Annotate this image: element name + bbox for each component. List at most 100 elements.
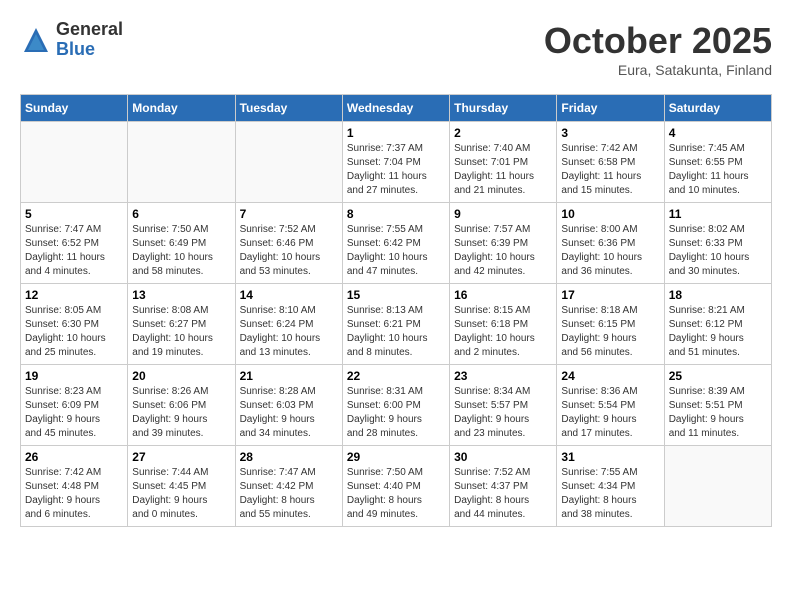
day-number: 2 — [454, 126, 552, 140]
day-number: 13 — [132, 288, 230, 302]
calendar-cell: 2 Sunrise: 7:40 AM Sunset: 7:01 PM Daylig… — [450, 122, 557, 203]
logo-general-text: General — [56, 20, 123, 40]
day-number: 21 — [240, 369, 338, 383]
day-info: Sunrise: 7:42 AM Sunset: 4:48 PM Dayligh… — [25, 466, 123, 522]
calendar-cell: 11 Sunrise: 8:02 AM Sunset: 6:33 PM Dayli… — [664, 203, 771, 284]
day-number: 30 — [454, 450, 552, 464]
day-number: 16 — [454, 288, 552, 302]
day-header-thursday: Thursday — [450, 95, 557, 122]
day-info: Sunrise: 8:26 AM Sunset: 6:06 PM Dayligh… — [132, 385, 230, 441]
calendar-cell: 6 Sunrise: 7:50 AM Sunset: 6:49 PM Daylig… — [128, 203, 235, 284]
calendar-cell: 18 Sunrise: 8:21 AM Sunset: 6:12 PM Dayli… — [664, 284, 771, 365]
day-header-tuesday: Tuesday — [235, 95, 342, 122]
calendar-cell — [235, 122, 342, 203]
day-info: Sunrise: 7:44 AM Sunset: 4:45 PM Dayligh… — [132, 466, 230, 522]
calendar-cell: 27 Sunrise: 7:44 AM Sunset: 4:45 PM Dayli… — [128, 446, 235, 527]
calendar-week-4: 19 Sunrise: 8:23 AM Sunset: 6:09 PM Dayli… — [21, 365, 772, 446]
calendar-cell: 4Sunrise: 7:45 AM Sunset: 6:55 PM Daylig… — [664, 122, 771, 203]
day-info: Sunrise: 8:39 AM Sunset: 5:51 PM Dayligh… — [669, 385, 767, 441]
calendar-cell: 15 Sunrise: 8:13 AM Sunset: 6:21 PM Dayli… — [342, 284, 449, 365]
title-block: October 2025 Eura, Satakunta, Finland — [544, 20, 772, 78]
day-number: 8 — [347, 207, 445, 221]
day-info: Sunrise: 7:40 AM Sunset: 7:01 PM Dayligh… — [454, 142, 552, 198]
day-header-monday: Monday — [128, 95, 235, 122]
logo-text: General Blue — [56, 20, 123, 60]
calendar-cell: 16 Sunrise: 8:15 AM Sunset: 6:18 PM Dayli… — [450, 284, 557, 365]
month-title: October 2025 — [544, 20, 772, 62]
day-number: 6 — [132, 207, 230, 221]
day-number: 20 — [132, 369, 230, 383]
day-info: Sunrise: 8:36 AM Sunset: 5:54 PM Dayligh… — [561, 385, 659, 441]
day-info: Sunrise: 8:05 AM Sunset: 6:30 PM Dayligh… — [25, 304, 123, 360]
calendar-cell: 10 Sunrise: 8:00 AM Sunset: 6:36 PM Dayli… — [557, 203, 664, 284]
day-number: 17 — [561, 288, 659, 302]
day-number: 5 — [25, 207, 123, 221]
day-number: 31 — [561, 450, 659, 464]
day-number: 23 — [454, 369, 552, 383]
page-header: General Blue October 2025 Eura, Satakunt… — [20, 20, 772, 78]
day-header-friday: Friday — [557, 95, 664, 122]
calendar-cell: 14 Sunrise: 8:10 AM Sunset: 6:24 PM Dayli… — [235, 284, 342, 365]
day-info: Sunrise: 8:00 AM Sunset: 6:36 PM Dayligh… — [561, 223, 659, 279]
day-info: Sunrise: 7:50 AM Sunset: 4:40 PM Dayligh… — [347, 466, 445, 522]
day-number: 14 — [240, 288, 338, 302]
day-info: Sunrise: 8:08 AM Sunset: 6:27 PM Dayligh… — [132, 304, 230, 360]
logo-icon — [20, 24, 52, 56]
day-number: 9 — [454, 207, 552, 221]
calendar-cell: 1Sunrise: 7:37 AM Sunset: 7:04 PM Daylig… — [342, 122, 449, 203]
day-number: 24 — [561, 369, 659, 383]
calendar-cell: 26Sunrise: 7:42 AM Sunset: 4:48 PM Dayli… — [21, 446, 128, 527]
day-number: 10 — [561, 207, 659, 221]
day-info: Sunrise: 7:55 AM Sunset: 6:42 PM Dayligh… — [347, 223, 445, 279]
calendar-cell: 8 Sunrise: 7:55 AM Sunset: 6:42 PM Daylig… — [342, 203, 449, 284]
calendar-cell: 3Sunrise: 7:42 AM Sunset: 6:58 PM Daylig… — [557, 122, 664, 203]
day-number: 27 — [132, 450, 230, 464]
day-info: Sunrise: 8:31 AM Sunset: 6:00 PM Dayligh… — [347, 385, 445, 441]
calendar-cell: 29 Sunrise: 7:50 AM Sunset: 4:40 PM Dayli… — [342, 446, 449, 527]
day-info: Sunrise: 8:10 AM Sunset: 6:24 PM Dayligh… — [240, 304, 338, 360]
day-info: Sunrise: 8:28 AM Sunset: 6:03 PM Dayligh… — [240, 385, 338, 441]
day-header-sunday: Sunday — [21, 95, 128, 122]
day-number: 12 — [25, 288, 123, 302]
day-number: 15 — [347, 288, 445, 302]
calendar-cell — [664, 446, 771, 527]
calendar-cell: 28 Sunrise: 7:47 AM Sunset: 4:42 PM Dayli… — [235, 446, 342, 527]
day-info: Sunrise: 8:18 AM Sunset: 6:15 PM Dayligh… — [561, 304, 659, 360]
day-number: 7 — [240, 207, 338, 221]
location: Eura, Satakunta, Finland — [544, 62, 772, 78]
day-info: Sunrise: 8:21 AM Sunset: 6:12 PM Dayligh… — [669, 304, 767, 360]
calendar-cell — [128, 122, 235, 203]
day-info: Sunrise: 7:52 AM Sunset: 4:37 PM Dayligh… — [454, 466, 552, 522]
day-info: Sunrise: 7:42 AM Sunset: 6:58 PM Dayligh… — [561, 142, 659, 198]
day-info: Sunrise: 7:55 AM Sunset: 4:34 PM Dayligh… — [561, 466, 659, 522]
day-number: 28 — [240, 450, 338, 464]
calendar-cell: 23Sunrise: 8:34 AM Sunset: 5:57 PM Dayli… — [450, 365, 557, 446]
day-info: Sunrise: 8:13 AM Sunset: 6:21 PM Dayligh… — [347, 304, 445, 360]
day-info: Sunrise: 8:23 AM Sunset: 6:09 PM Dayligh… — [25, 385, 123, 441]
calendar-week-2: 5 Sunrise: 7:47 AM Sunset: 6:52 PM Daylig… — [21, 203, 772, 284]
day-info: Sunrise: 7:57 AM Sunset: 6:39 PM Dayligh… — [454, 223, 552, 279]
day-number: 11 — [669, 207, 767, 221]
day-info: Sunrise: 7:47 AM Sunset: 4:42 PM Dayligh… — [240, 466, 338, 522]
day-number: 25 — [669, 369, 767, 383]
day-number: 19 — [25, 369, 123, 383]
day-number: 4 — [669, 126, 767, 140]
day-info: Sunrise: 7:47 AM Sunset: 6:52 PM Dayligh… — [25, 223, 123, 279]
day-info: Sunrise: 8:02 AM Sunset: 6:33 PM Dayligh… — [669, 223, 767, 279]
day-number: 1 — [347, 126, 445, 140]
logo-blue-text: Blue — [56, 40, 123, 60]
calendar-table: SundayMondayTuesdayWednesdayThursdayFrid… — [20, 94, 772, 527]
calendar-cell: 13 Sunrise: 8:08 AM Sunset: 6:27 PM Dayli… — [128, 284, 235, 365]
day-info: Sunrise: 8:15 AM Sunset: 6:18 PM Dayligh… — [454, 304, 552, 360]
day-info: Sunrise: 7:50 AM Sunset: 6:49 PM Dayligh… — [132, 223, 230, 279]
calendar-header-row: SundayMondayTuesdayWednesdayThursdayFrid… — [21, 95, 772, 122]
calendar-cell: 19 Sunrise: 8:23 AM Sunset: 6:09 PM Dayli… — [21, 365, 128, 446]
day-number: 18 — [669, 288, 767, 302]
calendar-cell: 7Sunrise: 7:52 AM Sunset: 6:46 PM Daylig… — [235, 203, 342, 284]
calendar-cell: 31 Sunrise: 7:55 AM Sunset: 4:34 PM Dayli… — [557, 446, 664, 527]
calendar-cell: 22Sunrise: 8:31 AM Sunset: 6:00 PM Dayli… — [342, 365, 449, 446]
calendar-cell: 24 Sunrise: 8:36 AM Sunset: 5:54 PM Dayli… — [557, 365, 664, 446]
day-number: 29 — [347, 450, 445, 464]
calendar-week-3: 12 Sunrise: 8:05 AM Sunset: 6:30 PM Dayli… — [21, 284, 772, 365]
calendar-cell: 9 Sunrise: 7:57 AM Sunset: 6:39 PM Daylig… — [450, 203, 557, 284]
